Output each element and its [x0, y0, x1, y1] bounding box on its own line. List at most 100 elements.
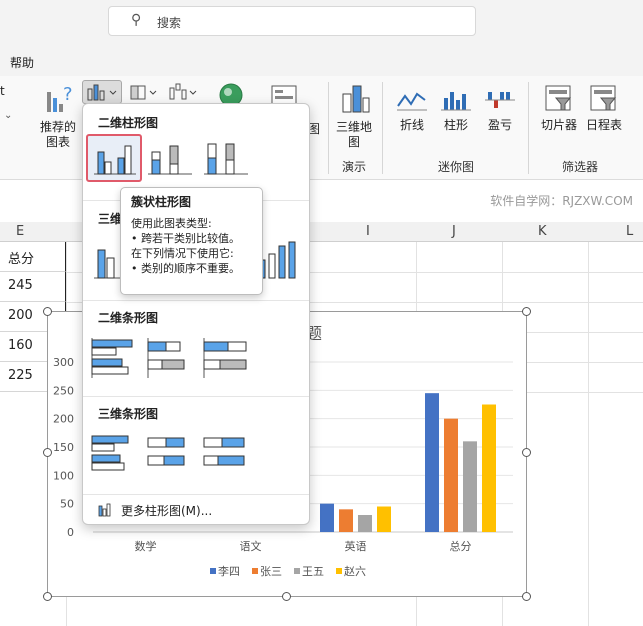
sparkline-winloss-button[interactable]: 盈亏 — [480, 86, 520, 133]
stacked-column-option[interactable] — [144, 136, 200, 184]
3d-stacked-bar-option[interactable] — [144, 428, 200, 476]
legend-label: 赵六 — [344, 564, 366, 578]
recommended-charts-button[interactable]: ? 推荐的 图表 — [36, 82, 80, 150]
3d-stacked-100-bar-icon — [203, 437, 245, 466]
y-tick-label: 50 — [60, 498, 74, 511]
resize-handle[interactable] — [522, 592, 531, 601]
3d-clustered-bar-icon — [91, 435, 129, 471]
stacked-100-bar-option[interactable] — [200, 332, 256, 380]
stacked-bar-option[interactable] — [144, 332, 200, 380]
tooltip-line: 在下列情况下使用它: — [131, 247, 234, 260]
x-tick-label: 英语 — [345, 539, 367, 553]
column-header-e[interactable]: E — [16, 224, 24, 239]
sparkline-column-button[interactable]: 柱形 — [436, 86, 476, 133]
sparkline-column-icon — [441, 92, 471, 111]
resize-handle[interactable] — [282, 592, 291, 601]
stacked-100-column-option[interactable] — [200, 136, 256, 184]
section-divider — [83, 494, 309, 495]
resize-handle[interactable] — [43, 448, 52, 457]
legend-label: 王五 — [302, 565, 324, 578]
timeline-icon — [590, 85, 617, 111]
search-placeholder: 搜索 — [157, 16, 182, 30]
menu-help[interactable]: 帮助 — [10, 54, 34, 71]
more-column-charts-item[interactable]: 更多柱形图(M)... — [95, 500, 295, 520]
3d-map-icon — [342, 85, 370, 113]
legend-label: 李四 — [218, 564, 240, 578]
stacked-bar-icon — [147, 338, 185, 378]
column-header-l[interactable]: L — [626, 224, 633, 239]
timeline-button[interactable]: 日程表 — [584, 82, 624, 133]
cell-total[interactable]: 245 — [0, 272, 66, 302]
tooltip-line: 使用此图表类型: — [131, 217, 212, 230]
chart-bar — [463, 441, 477, 532]
y-tick-label: 100 — [53, 469, 74, 482]
3d-map-label-1: 三维地 — [335, 120, 372, 134]
section-2d-bar-title: 二维条形图 — [98, 311, 159, 325]
column-header-k[interactable]: K — [538, 224, 547, 239]
x-tick-label: 语文 — [240, 539, 262, 553]
clustered-bar-icon — [91, 338, 133, 378]
section-3d-bar-title: 三维条形图 — [98, 407, 159, 421]
sparkline-line-label: 折线 — [399, 118, 424, 132]
tooltip-title: 簇状柱形图 — [131, 195, 192, 209]
legend-swatch — [210, 568, 216, 574]
recommended-label-2: 图表 — [45, 135, 70, 149]
clustered-column-option[interactable] — [86, 134, 142, 182]
3d-stacked-100-bar-option[interactable] — [200, 428, 256, 476]
y-tick-label: 200 — [53, 413, 74, 426]
hierarchy-chart-icon — [130, 85, 157, 100]
3d-map-button[interactable]: 三维地 图 — [334, 82, 374, 150]
recommended-label-1: 推荐的 — [39, 120, 76, 134]
chevron-down-icon[interactable]: ⌄ — [4, 110, 12, 121]
sparkline-line-button[interactable]: 折线 — [392, 86, 432, 133]
clustered-bar-option[interactable] — [88, 332, 144, 380]
column-header-i[interactable]: I — [366, 224, 370, 239]
3d-stacked-bar-icon — [147, 437, 185, 466]
group-separator — [328, 82, 329, 174]
watermark-text: 软件自学网：RJZXW.COM — [490, 194, 633, 208]
column-chart-dropdown-button[interactable] — [82, 80, 122, 104]
stacked-100-bar-icon — [203, 338, 247, 378]
search-box[interactable]: ⚲ 搜索 — [108, 6, 476, 36]
y-tick-label: 0 — [67, 526, 74, 539]
3d-column-option[interactable] — [255, 236, 311, 284]
y-tick-label: 250 — [53, 384, 74, 397]
column-chart-gallery: 二维柱形图 三维 二维条形图 三维条形图 更多柱形图(M)... — [82, 103, 310, 525]
menu-bar: 帮助 — [0, 46, 643, 76]
resize-handle[interactable] — [522, 307, 531, 316]
group-separator — [382, 82, 383, 174]
x-tick-label: 总分 — [450, 539, 472, 553]
section-divider — [83, 300, 309, 301]
section-2d-column-title: 二维柱形图 — [98, 116, 159, 130]
3d-clustered-bar-option[interactable] — [88, 428, 144, 476]
sparkline-column-label: 柱形 — [443, 118, 468, 132]
recommended-charts-icon: ? — [47, 84, 73, 112]
legend-swatch — [294, 568, 300, 574]
timeline-label: 日程表 — [585, 118, 622, 132]
legend-swatch — [252, 568, 258, 574]
y-tick-label: 150 — [53, 441, 74, 454]
3d-map-label-2: 图 — [347, 135, 360, 149]
cell-total-header[interactable]: 总分 — [0, 242, 66, 272]
section-3d-column-title: 三维 — [98, 212, 123, 226]
slicer-button[interactable]: 切片器 — [536, 82, 582, 133]
y-tick-label: 300 — [53, 356, 74, 369]
chart-type-tooltip: 簇状柱形图 使用此图表类型: • 跨若干类别比较值。 在下列情况下使用它: • … — [120, 187, 263, 295]
search-icon: ⚲ — [131, 12, 142, 28]
legend-label: 张三 — [260, 565, 282, 578]
more-column-charts-label: 更多柱形图(M)... — [121, 504, 213, 518]
group-separator — [528, 82, 529, 174]
resize-handle[interactable] — [43, 307, 52, 316]
resize-handle[interactable] — [43, 592, 52, 601]
chart-bar — [320, 503, 334, 532]
section-divider — [83, 396, 309, 397]
ribbon-partial-label: t — [0, 84, 5, 98]
stacked-100-column-icon — [204, 143, 248, 175]
chart-bar — [482, 404, 496, 532]
sparkline-winloss-icon — [485, 92, 515, 108]
waterfall-chart-button[interactable] — [166, 82, 200, 105]
hierarchy-chart-button[interactable] — [128, 82, 160, 105]
column-chart-icon — [87, 84, 117, 101]
column-header-j[interactable]: J — [452, 224, 456, 239]
resize-handle[interactable] — [522, 448, 531, 457]
